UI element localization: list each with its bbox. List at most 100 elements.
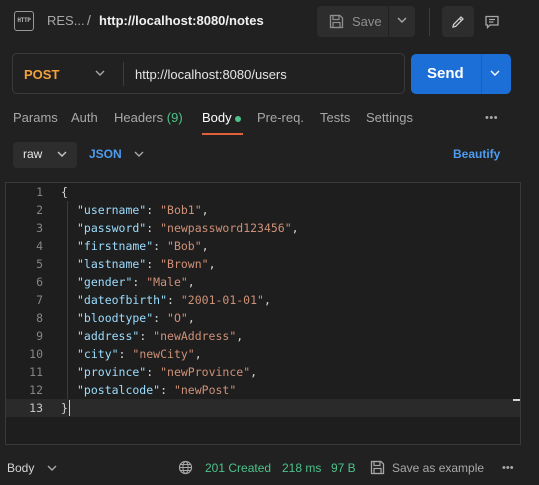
code-line[interactable]: "firstname": "Bob",	[77, 237, 209, 255]
url-divider	[123, 62, 124, 86]
line-number: 11	[29, 365, 43, 379]
json-colon: :	[153, 239, 168, 253]
tab-params[interactable]: Params	[13, 110, 58, 125]
response-size: 97 B	[331, 461, 356, 475]
response-body-select[interactable]: Body	[7, 461, 34, 475]
json-comma: ,	[187, 311, 195, 325]
json-value: "Brown"	[160, 257, 209, 271]
indent-guide	[67, 237, 68, 255]
breadcrumb-current[interactable]: http://localhost:8080/notes	[99, 13, 264, 28]
json-key: "gender"	[77, 275, 133, 289]
more-tabs-icon[interactable]: •••	[485, 112, 498, 124]
code-line[interactable]: "dateofbirth": "2001-01-01",	[77, 291, 271, 309]
url-input[interactable]	[135, 65, 395, 83]
code-line[interactable]: "city": "newCity",	[77, 345, 202, 363]
code-line[interactable]: }	[61, 399, 68, 417]
more-options-icon[interactable]: •••	[502, 462, 514, 474]
tab-settings[interactable]: Settings	[366, 110, 413, 125]
body-format-select[interactable]: JSON	[89, 147, 122, 161]
indent-guide	[67, 345, 68, 363]
json-close-brace: }	[61, 401, 68, 415]
json-key: "address"	[77, 329, 140, 343]
json-comma: ,	[201, 239, 209, 253]
json-comma: ,	[194, 347, 202, 361]
tab-tests[interactable]: Tests	[320, 110, 350, 125]
json-comma: ,	[250, 365, 258, 379]
json-value: "Male"	[146, 275, 188, 289]
indent-guide	[67, 219, 68, 237]
chevron-down-icon	[57, 151, 67, 157]
tab-headers[interactable]: Headers (9)	[114, 110, 183, 125]
chevron-down-icon[interactable]	[47, 465, 57, 472]
tab-headers-label: Headers	[114, 110, 164, 125]
json-colon: :	[167, 293, 181, 307]
comments-button[interactable]	[476, 6, 508, 37]
code-line[interactable]: "postalcode": "newPost"	[77, 381, 236, 399]
save-button[interactable]: Save	[317, 6, 389, 37]
line-number: 3	[36, 221, 43, 235]
json-value: "newpassword123456"	[160, 221, 292, 235]
save-as-example-button[interactable]: Save as example	[392, 461, 484, 475]
code-line[interactable]: "password": "newpassword123456",	[77, 219, 299, 237]
json-value: "newPost"	[173, 383, 237, 397]
tab-pre-request[interactable]: Pre-req.	[257, 110, 304, 125]
json-key: "password"	[77, 221, 147, 235]
tab-auth[interactable]: Auth	[71, 110, 98, 125]
json-value: "O"	[167, 311, 188, 325]
pencil-icon	[452, 16, 464, 28]
json-open-brace: {	[61, 185, 68, 199]
chevron-down-icon[interactable]	[490, 70, 500, 77]
line-number: 1	[36, 185, 43, 199]
json-colon: :	[146, 257, 161, 271]
json-value: "Bob"	[167, 239, 202, 253]
json-colon: :	[146, 365, 161, 379]
code-line[interactable]: "username": "Bob1",	[77, 201, 209, 219]
indent-guide	[67, 309, 68, 327]
floppy-disk-icon	[370, 460, 385, 475]
globe-icon[interactable]	[178, 460, 193, 475]
code-line[interactable]: {	[61, 183, 68, 201]
http-method-select[interactable]: POST	[24, 67, 59, 82]
indent-guide	[67, 327, 68, 345]
floppy-disk-icon	[329, 14, 344, 29]
chevron-down-icon[interactable]	[95, 70, 105, 77]
json-colon: :	[160, 383, 174, 397]
json-comma: ,	[236, 329, 244, 343]
code-line[interactable]: "province": "newProvince",	[77, 363, 257, 381]
beautify-button[interactable]: Beautify	[453, 147, 500, 161]
code-editor[interactable]: 1 2 3 4 5 6 7 8 9 10 11 12 13 {"username": "Bob1", "p…	[5, 182, 521, 445]
send-divider	[481, 54, 482, 94]
edit-button[interactable]	[442, 6, 474, 37]
request-url-bar: POST	[12, 53, 405, 94]
code-line[interactable]: "lastname": "Brown",	[77, 255, 216, 273]
send-button[interactable]: Send	[411, 54, 511, 94]
breadcrumb-parent[interactable]: RES...	[47, 13, 85, 28]
code-line[interactable]: "address": "newAddress",	[77, 327, 243, 345]
code-line[interactable]: "gender": "Male",	[77, 273, 195, 291]
editor-scrollbar-track[interactable]	[520, 183, 521, 444]
body-mode-select[interactable]: raw	[13, 142, 77, 168]
json-value: "2001-01-01"	[180, 293, 264, 307]
json-colon: :	[118, 347, 133, 361]
save-options-dropdown[interactable]	[389, 6, 415, 37]
tab-body[interactable]: Body	[202, 110, 232, 125]
json-colon: :	[132, 275, 147, 289]
line-number: 4	[36, 239, 43, 253]
indent-guide	[67, 255, 68, 273]
line-number: 7	[36, 293, 43, 307]
json-colon: :	[146, 221, 161, 235]
save-label: Save	[352, 14, 382, 29]
json-comma: ,	[201, 203, 209, 217]
breadcrumb-separator: /	[87, 12, 91, 28]
save-button-group: Save	[317, 6, 415, 37]
indent-guide	[67, 363, 68, 381]
json-value: "newAddress"	[153, 329, 237, 343]
json-value: "Bob1"	[160, 203, 202, 217]
json-key: "firstname"	[77, 239, 154, 253]
json-key: "province"	[77, 365, 147, 379]
chevron-down-icon[interactable]	[134, 151, 144, 158]
json-comma: ,	[208, 257, 216, 271]
code-line[interactable]: "bloodtype": "O",	[77, 309, 195, 327]
body-modified-dot	[235, 116, 241, 122]
comment-icon	[485, 15, 499, 30]
